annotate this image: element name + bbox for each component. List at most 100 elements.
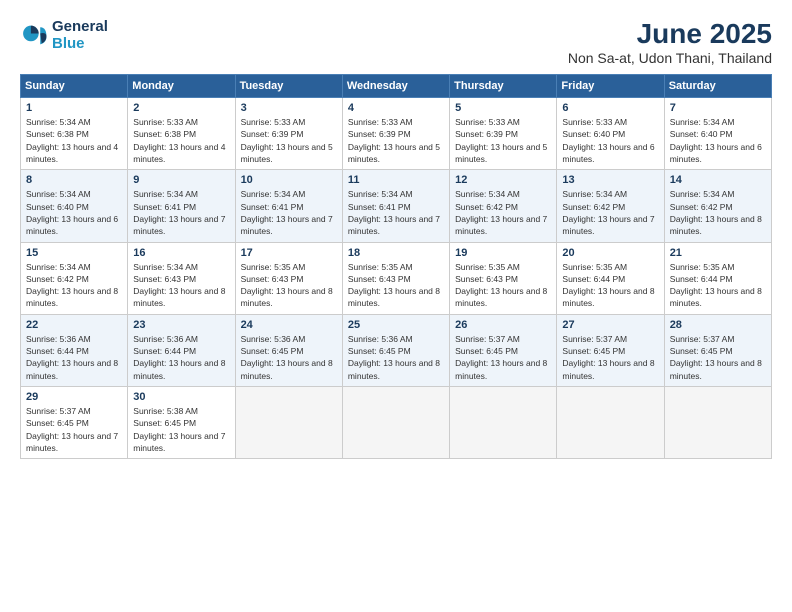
table-row: 16 Sunrise: 5:34 AMSunset: 6:43 PMDaylig… <box>128 242 235 314</box>
day-number: 27 <box>562 319 658 331</box>
table-row: 4 Sunrise: 5:33 AMSunset: 6:39 PMDayligh… <box>342 98 449 170</box>
logo-icon <box>20 21 48 49</box>
day-number: 7 <box>670 102 766 114</box>
day-number: 19 <box>455 247 551 259</box>
day-detail: Sunrise: 5:33 AMSunset: 6:38 PMDaylight:… <box>133 116 229 165</box>
day-detail: Sunrise: 5:37 AMSunset: 6:45 PMDaylight:… <box>670 333 766 382</box>
calendar-table: Sunday Monday Tuesday Wednesday Thursday… <box>20 74 772 459</box>
day-detail: Sunrise: 5:34 AMSunset: 6:41 PMDaylight:… <box>348 188 444 237</box>
day-number: 16 <box>133 247 229 259</box>
day-number: 14 <box>670 174 766 186</box>
table-row: 27 Sunrise: 5:37 AMSunset: 6:45 PMDaylig… <box>557 314 664 386</box>
table-row: 7 Sunrise: 5:34 AMSunset: 6:40 PMDayligh… <box>664 98 771 170</box>
calendar-week-row: 15 Sunrise: 5:34 AMSunset: 6:42 PMDaylig… <box>21 242 772 314</box>
table-row: 8 Sunrise: 5:34 AMSunset: 6:40 PMDayligh… <box>21 170 128 242</box>
table-row: 13 Sunrise: 5:34 AMSunset: 6:42 PMDaylig… <box>557 170 664 242</box>
day-number: 3 <box>241 102 337 114</box>
table-row: 2 Sunrise: 5:33 AMSunset: 6:38 PMDayligh… <box>128 98 235 170</box>
table-row: 18 Sunrise: 5:35 AMSunset: 6:43 PMDaylig… <box>342 242 449 314</box>
table-row: 14 Sunrise: 5:34 AMSunset: 6:42 PMDaylig… <box>664 170 771 242</box>
table-row: 30 Sunrise: 5:38 AMSunset: 6:45 PMDaylig… <box>128 387 235 459</box>
table-row: 24 Sunrise: 5:36 AMSunset: 6:45 PMDaylig… <box>235 314 342 386</box>
day-number: 1 <box>26 102 122 114</box>
day-detail: Sunrise: 5:38 AMSunset: 6:45 PMDaylight:… <box>133 405 229 454</box>
table-row <box>450 387 557 459</box>
table-row: 25 Sunrise: 5:36 AMSunset: 6:45 PMDaylig… <box>342 314 449 386</box>
col-thursday: Thursday <box>450 75 557 98</box>
day-detail: Sunrise: 5:35 AMSunset: 6:43 PMDaylight:… <box>455 261 551 310</box>
day-detail: Sunrise: 5:36 AMSunset: 6:44 PMDaylight:… <box>133 333 229 382</box>
calendar-title: June 2025 <box>568 18 772 50</box>
table-row <box>664 387 771 459</box>
day-number: 8 <box>26 174 122 186</box>
day-detail: Sunrise: 5:37 AMSunset: 6:45 PMDaylight:… <box>455 333 551 382</box>
day-number: 2 <box>133 102 229 114</box>
day-number: 22 <box>26 319 122 331</box>
day-detail: Sunrise: 5:35 AMSunset: 6:44 PMDaylight:… <box>562 261 658 310</box>
day-detail: Sunrise: 5:36 AMSunset: 6:45 PMDaylight:… <box>241 333 337 382</box>
calendar-subtitle: Non Sa-at, Udon Thani, Thailand <box>568 50 772 66</box>
day-number: 29 <box>26 391 122 403</box>
day-detail: Sunrise: 5:34 AMSunset: 6:43 PMDaylight:… <box>133 261 229 310</box>
day-number: 5 <box>455 102 551 114</box>
col-sunday: Sunday <box>21 75 128 98</box>
day-number: 23 <box>133 319 229 331</box>
table-row: 11 Sunrise: 5:34 AMSunset: 6:41 PMDaylig… <box>342 170 449 242</box>
table-row: 29 Sunrise: 5:37 AMSunset: 6:45 PMDaylig… <box>21 387 128 459</box>
table-row: 20 Sunrise: 5:35 AMSunset: 6:44 PMDaylig… <box>557 242 664 314</box>
day-number: 21 <box>670 247 766 259</box>
day-detail: Sunrise: 5:33 AMSunset: 6:39 PMDaylight:… <box>241 116 337 165</box>
day-detail: Sunrise: 5:37 AMSunset: 6:45 PMDaylight:… <box>26 405 122 454</box>
logo: General Blue <box>20 18 108 53</box>
table-row: 3 Sunrise: 5:33 AMSunset: 6:39 PMDayligh… <box>235 98 342 170</box>
calendar-header-row: Sunday Monday Tuesday Wednesday Thursday… <box>21 75 772 98</box>
col-tuesday: Tuesday <box>235 75 342 98</box>
day-detail: Sunrise: 5:34 AMSunset: 6:38 PMDaylight:… <box>26 116 122 165</box>
table-row: 21 Sunrise: 5:35 AMSunset: 6:44 PMDaylig… <box>664 242 771 314</box>
table-row: 26 Sunrise: 5:37 AMSunset: 6:45 PMDaylig… <box>450 314 557 386</box>
day-detail: Sunrise: 5:36 AMSunset: 6:45 PMDaylight:… <box>348 333 444 382</box>
day-detail: Sunrise: 5:35 AMSunset: 6:44 PMDaylight:… <box>670 261 766 310</box>
day-number: 30 <box>133 391 229 403</box>
day-detail: Sunrise: 5:33 AMSunset: 6:40 PMDaylight:… <box>562 116 658 165</box>
day-number: 24 <box>241 319 337 331</box>
day-number: 17 <box>241 247 337 259</box>
table-row <box>557 387 664 459</box>
table-row: 10 Sunrise: 5:34 AMSunset: 6:41 PMDaylig… <box>235 170 342 242</box>
table-row: 6 Sunrise: 5:33 AMSunset: 6:40 PMDayligh… <box>557 98 664 170</box>
day-detail: Sunrise: 5:34 AMSunset: 6:41 PMDaylight:… <box>133 188 229 237</box>
logo-line1: General <box>52 18 108 35</box>
day-detail: Sunrise: 5:35 AMSunset: 6:43 PMDaylight:… <box>348 261 444 310</box>
table-row: 19 Sunrise: 5:35 AMSunset: 6:43 PMDaylig… <box>450 242 557 314</box>
day-number: 4 <box>348 102 444 114</box>
calendar-week-row: 1 Sunrise: 5:34 AMSunset: 6:38 PMDayligh… <box>21 98 772 170</box>
day-detail: Sunrise: 5:35 AMSunset: 6:43 PMDaylight:… <box>241 261 337 310</box>
day-detail: Sunrise: 5:34 AMSunset: 6:42 PMDaylight:… <box>670 188 766 237</box>
table-row: 15 Sunrise: 5:34 AMSunset: 6:42 PMDaylig… <box>21 242 128 314</box>
day-detail: Sunrise: 5:34 AMSunset: 6:42 PMDaylight:… <box>562 188 658 237</box>
table-row: 23 Sunrise: 5:36 AMSunset: 6:44 PMDaylig… <box>128 314 235 386</box>
logo-line2: Blue <box>52 35 108 52</box>
day-number: 6 <box>562 102 658 114</box>
calendar-week-row: 29 Sunrise: 5:37 AMSunset: 6:45 PMDaylig… <box>21 387 772 459</box>
day-number: 9 <box>133 174 229 186</box>
day-number: 11 <box>348 174 444 186</box>
calendar-week-row: 8 Sunrise: 5:34 AMSunset: 6:40 PMDayligh… <box>21 170 772 242</box>
table-row: 1 Sunrise: 5:34 AMSunset: 6:38 PMDayligh… <box>21 98 128 170</box>
table-row: 22 Sunrise: 5:36 AMSunset: 6:44 PMDaylig… <box>21 314 128 386</box>
table-row: 5 Sunrise: 5:33 AMSunset: 6:39 PMDayligh… <box>450 98 557 170</box>
day-number: 28 <box>670 319 766 331</box>
day-number: 13 <box>562 174 658 186</box>
calendar-week-row: 22 Sunrise: 5:36 AMSunset: 6:44 PMDaylig… <box>21 314 772 386</box>
table-row: 17 Sunrise: 5:35 AMSunset: 6:43 PMDaylig… <box>235 242 342 314</box>
table-row <box>342 387 449 459</box>
day-detail: Sunrise: 5:34 AMSunset: 6:40 PMDaylight:… <box>26 188 122 237</box>
day-number: 15 <box>26 247 122 259</box>
day-number: 25 <box>348 319 444 331</box>
day-detail: Sunrise: 5:36 AMSunset: 6:44 PMDaylight:… <box>26 333 122 382</box>
table-row <box>235 387 342 459</box>
col-saturday: Saturday <box>664 75 771 98</box>
day-detail: Sunrise: 5:34 AMSunset: 6:40 PMDaylight:… <box>670 116 766 165</box>
col-monday: Monday <box>128 75 235 98</box>
page: General Blue June 2025 Non Sa-at, Udon T… <box>0 0 792 612</box>
